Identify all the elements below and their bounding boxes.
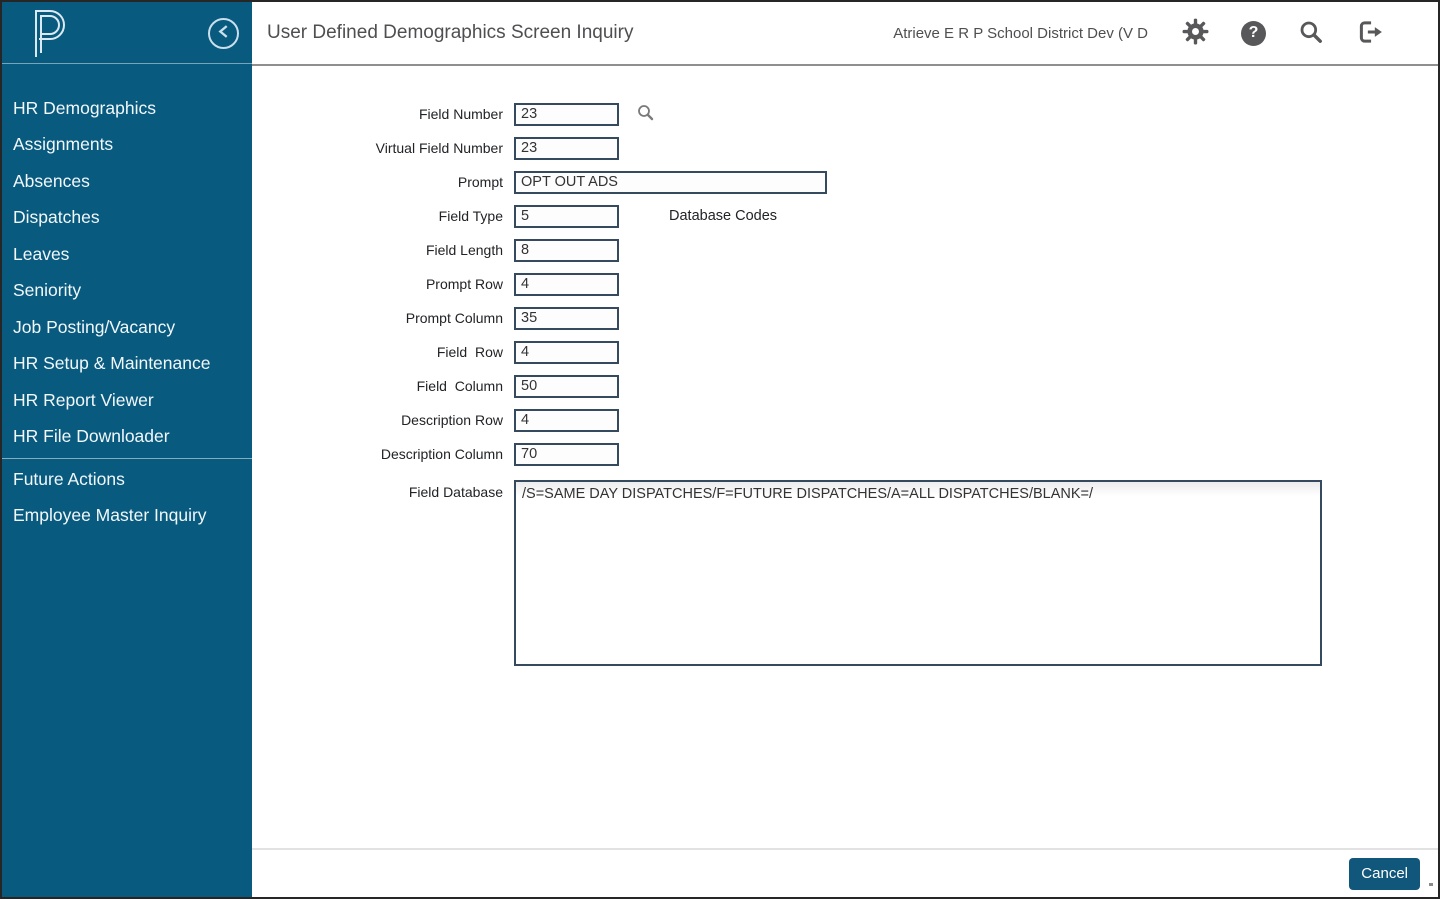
chevron-left-icon [217,24,230,44]
field-column-input[interactable] [514,375,619,398]
form-row: Description Column [252,437,1438,471]
description-column-input[interactable] [514,443,619,466]
field-database-label: Field Database [252,480,503,500]
sign-out-icon [1356,19,1384,48]
sidebar-item-label: Employee Master Inquiry [13,505,207,526]
sidebar-divider [2,458,252,459]
sidebar-item-job-posting-vacancy[interactable]: Job Posting/Vacancy [2,309,252,346]
field-number-label: Field Number [252,106,503,122]
form-row: Field Type Database Codes [252,199,1438,233]
help-button[interactable]: ? [1241,21,1266,46]
sidebar-item-label: HR Report Viewer [13,390,154,411]
form-row: Prompt [252,165,1438,199]
form-row: Virtual Field Number [252,131,1438,165]
sidebar-item-label: HR File Downloader [13,426,170,447]
sidebar-item-leaves[interactable]: Leaves [2,236,252,273]
sidebar-item-employee-master-inquiry[interactable]: Employee Master Inquiry [2,498,252,535]
field-number-lookup-button[interactable] [637,104,654,124]
sidebar-item-absences[interactable]: Absences [2,163,252,200]
sidebar-item-assignments[interactable]: Assignments [2,127,252,164]
sidebar-item-label: Assignments [13,134,113,155]
search-icon [1298,19,1324,48]
sidebar-item-label: Absences [13,171,90,192]
form-row: Prompt Column [252,301,1438,335]
sidebar-item-hr-setup-maintenance[interactable]: HR Setup & Maintenance [2,346,252,383]
sidebar: HR Demographics Assignments Absences Dis… [2,2,252,897]
help-icon: ? [1241,21,1266,46]
footer-bar: Cancel [252,848,1438,897]
sidebar-item-label: Leaves [13,244,69,265]
virtual-field-number-label: Virtual Field Number [252,140,503,156]
sidebar-item-label: Job Posting/Vacancy [13,317,175,338]
field-length-input[interactable] [514,239,619,262]
powerschool-logo-icon [29,7,67,64]
description-row-input[interactable] [514,409,619,432]
settings-button[interactable] [1182,18,1209,48]
magnifier-icon [637,104,654,124]
description-column-label: Description Column [252,446,503,462]
cancel-button[interactable]: Cancel [1349,858,1420,890]
stray-mark [1429,883,1433,886]
form-row: Field Database /S=SAME DAY DISPATCHES/F=… [252,480,1438,666]
database-codes-note: Database Codes [669,208,777,224]
field-row-label: Field Row [252,344,503,360]
form-row: Description Row [252,403,1438,437]
field-column-label: Field Column [252,378,503,394]
collapse-sidebar-button[interactable] [208,18,239,49]
search-button[interactable] [1298,19,1324,48]
form-row: Field Length [252,233,1438,267]
main-content: Field Number Virtual Field Number Prompt [252,66,1438,848]
form-row: Prompt Row [252,267,1438,301]
sidebar-item-seniority[interactable]: Seniority [2,273,252,310]
sidebar-item-label: Future Actions [13,469,125,490]
sidebar-item-future-actions[interactable]: Future Actions [2,461,252,498]
form-row: Field Column [252,369,1438,403]
sidebar-item-label: Dispatches [13,207,100,228]
field-database-textarea[interactable]: /S=SAME DAY DISPATCHES/F=FUTURE DISPATCH… [514,480,1322,666]
field-row-input[interactable] [514,341,619,364]
field-number-input[interactable] [514,103,619,126]
virtual-field-number-input[interactable] [514,137,619,160]
prompt-row-input[interactable] [514,273,619,296]
sign-out-button[interactable] [1356,19,1384,48]
page-header: User Defined Demographics Screen Inquiry… [252,2,1438,66]
sidebar-item-hr-demographics[interactable]: HR Demographics [2,90,252,127]
page-title: User Defined Demographics Screen Inquiry [267,22,633,44]
sidebar-item-hr-report-viewer[interactable]: HR Report Viewer [2,382,252,419]
sidebar-header [2,2,252,64]
prompt-label: Prompt [252,174,503,190]
sidebar-nav: HR Demographics Assignments Absences Dis… [2,64,252,534]
sidebar-item-label: Seniority [13,280,81,301]
form-row: Field Row [252,335,1438,369]
sidebar-item-label: HR Setup & Maintenance [13,353,210,374]
form-row: Field Number [252,97,1438,131]
sidebar-item-label: HR Demographics [13,98,156,119]
environment-label: Atrieve E R P School District Dev (V D [893,25,1148,42]
prompt-column-label: Prompt Column [252,310,503,326]
prompt-row-label: Prompt Row [252,276,503,292]
sidebar-item-hr-file-downloader[interactable]: HR File Downloader [2,419,252,456]
description-row-label: Description Row [252,412,503,428]
sidebar-item-dispatches[interactable]: Dispatches [2,200,252,237]
prompt-column-input[interactable] [514,307,619,330]
field-type-input[interactable] [514,205,619,228]
field-type-label: Field Type [252,208,503,224]
field-length-label: Field Length [252,242,503,258]
gear-icon [1182,18,1209,48]
demographics-form: Field Number Virtual Field Number Prompt [252,66,1438,666]
app-window: HR Demographics Assignments Absences Dis… [0,0,1440,899]
prompt-input[interactable] [514,171,827,194]
header-actions: Atrieve E R P School District Dev (V D [893,18,1438,48]
